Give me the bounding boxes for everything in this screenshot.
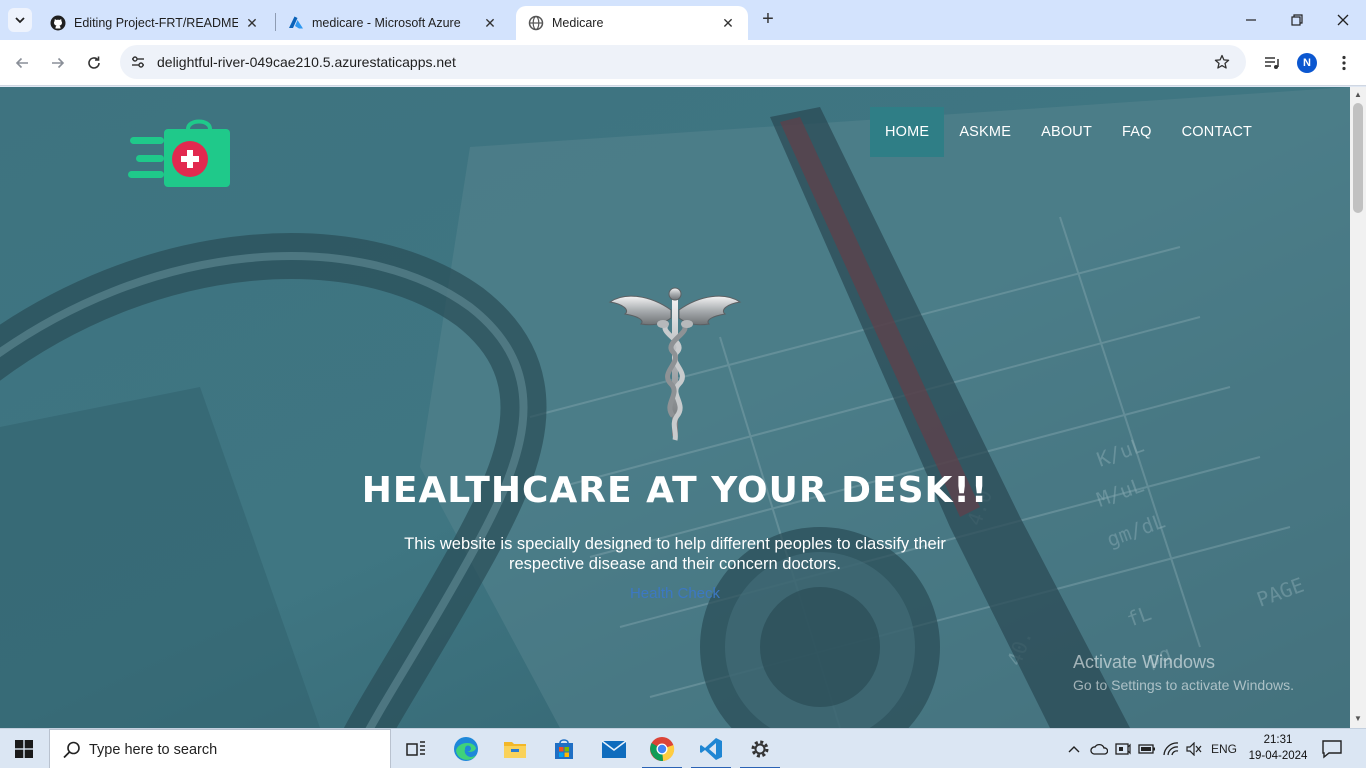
clock-date: 19-04-2024 [1248, 750, 1308, 762]
nav-askme[interactable]: ASKME [944, 107, 1026, 157]
new-tab-button[interactable]: + [758, 9, 778, 30]
tab-microsoft-azure[interactable]: medicare - Microsoft Azure ✕ [276, 6, 510, 40]
restore-button[interactable] [1274, 0, 1320, 40]
medicare-logo[interactable] [128, 115, 234, 189]
volume-muted-icon[interactable] [1184, 729, 1204, 768]
meet-now-icon[interactable] [1112, 729, 1134, 768]
page-scrollbar[interactable]: ▲ ▼ [1350, 87, 1366, 728]
watermark-subtitle: Go to Settings to activate Windows. [1073, 677, 1294, 693]
avatar: N [1297, 53, 1317, 73]
tab-search-button[interactable] [8, 8, 32, 32]
search-placeholder: Type here to search [89, 742, 218, 758]
minimize-button[interactable] [1228, 0, 1274, 40]
chrome-icon[interactable] [638, 729, 686, 768]
battery-icon[interactable] [1136, 729, 1158, 768]
arrow-right-icon [52, 57, 65, 69]
chevron-up-icon [1068, 746, 1080, 753]
taskbar-search-input[interactable]: Type here to search [49, 729, 391, 768]
restore-icon [1291, 14, 1303, 26]
back-button[interactable] [10, 51, 34, 75]
close-tab-icon[interactable]: ✕ [244, 15, 260, 31]
store-icon[interactable] [540, 729, 588, 768]
browser-menu-button[interactable] [1333, 52, 1355, 74]
azure-icon [288, 15, 304, 31]
windows-taskbar: Type here to search ENG 21:31 19-04-2024 [0, 728, 1366, 768]
github-icon [50, 15, 66, 31]
scroll-down-icon[interactable]: ▼ [1354, 715, 1362, 723]
tab-title: Medicare [552, 16, 604, 30]
health-check-link[interactable]: Health Check [0, 585, 1350, 602]
notification-center-icon[interactable] [1320, 737, 1344, 761]
reload-icon [88, 56, 100, 69]
globe-icon [528, 15, 544, 31]
reload-button[interactable] [82, 51, 106, 75]
clock-time: 21:31 [1263, 734, 1293, 746]
watermark-title: Activate Windows [1073, 652, 1216, 672]
tab-medicare[interactable]: Medicare ✕ [516, 6, 748, 40]
close-tab-icon[interactable]: ✕ [482, 15, 498, 31]
address-bar[interactable]: delightful-river-049cae210.5.azurestatic… [120, 45, 1246, 79]
nav-faq[interactable]: FAQ [1107, 107, 1167, 157]
mail-icon[interactable] [590, 729, 638, 768]
onedrive-icon[interactable] [1088, 729, 1110, 768]
tab-title: Editing Project-FRT/README.m [74, 16, 238, 30]
hero-title: HEALTHCARE AT YOUR DESK!! [361, 470, 989, 511]
hero-subtitle: This website is specially designed to he… [404, 535, 946, 573]
activate-windows-watermark: Activate Windows Go to Settings to activ… [1073, 652, 1294, 693]
show-hidden-icons-button[interactable] [1064, 729, 1084, 768]
close-window-button[interactable] [1320, 0, 1366, 40]
web-page: K/uL M/uL gm/dL fL pg PAGE 4.0 40. [0, 87, 1350, 728]
scroll-up-icon[interactable]: ▲ [1354, 91, 1362, 99]
browser-toolbar: delightful-river-049cae210.5.azurestatic… [0, 40, 1366, 86]
system-clock[interactable]: 21:31 19-04-2024 [1246, 732, 1310, 764]
arrow-left-icon [15, 57, 28, 69]
nav-about[interactable]: ABOUT [1026, 107, 1107, 157]
vscode-icon[interactable] [687, 729, 735, 768]
close-tab-icon[interactable]: ✕ [720, 15, 736, 31]
nav-home[interactable]: HOME [870, 107, 945, 157]
edge-icon[interactable] [442, 729, 490, 768]
tab-title: medicare - Microsoft Azure [312, 16, 461, 30]
media-controls-icon[interactable] [1261, 52, 1283, 74]
bookmark-star-icon[interactable] [1212, 52, 1232, 72]
close-icon [1337, 14, 1349, 26]
profile-button[interactable]: N [1296, 52, 1318, 74]
chevron-down-icon [15, 17, 25, 24]
settings-icon[interactable] [736, 729, 784, 768]
url-text[interactable]: delightful-river-049cae210.5.azurestatic… [157, 54, 456, 70]
main-nav: HOME ASKME ABOUT FAQ CONTACT [870, 107, 1267, 157]
search-icon [63, 741, 80, 759]
scrollbar-thumb[interactable] [1353, 103, 1363, 213]
site-info-icon[interactable] [128, 52, 148, 72]
windows-logo-icon [15, 740, 33, 758]
language-indicator[interactable]: ENG [1206, 729, 1242, 768]
wifi-icon[interactable] [1160, 729, 1182, 768]
more-vertical-icon [1342, 55, 1346, 71]
tab-github-readme[interactable]: Editing Project-FRT/README.m ✕ [38, 6, 272, 40]
file-explorer-icon[interactable] [491, 729, 539, 768]
minimize-icon [1246, 19, 1256, 21]
task-view-icon[interactable] [392, 729, 440, 768]
forward-button[interactable] [46, 51, 70, 75]
caduceus-icon [608, 287, 742, 441]
nav-contact[interactable]: CONTACT [1167, 107, 1267, 157]
browser-tab-strip: Editing Project-FRT/README.m ✕ medicare … [0, 0, 1366, 40]
start-button[interactable] [0, 729, 48, 768]
